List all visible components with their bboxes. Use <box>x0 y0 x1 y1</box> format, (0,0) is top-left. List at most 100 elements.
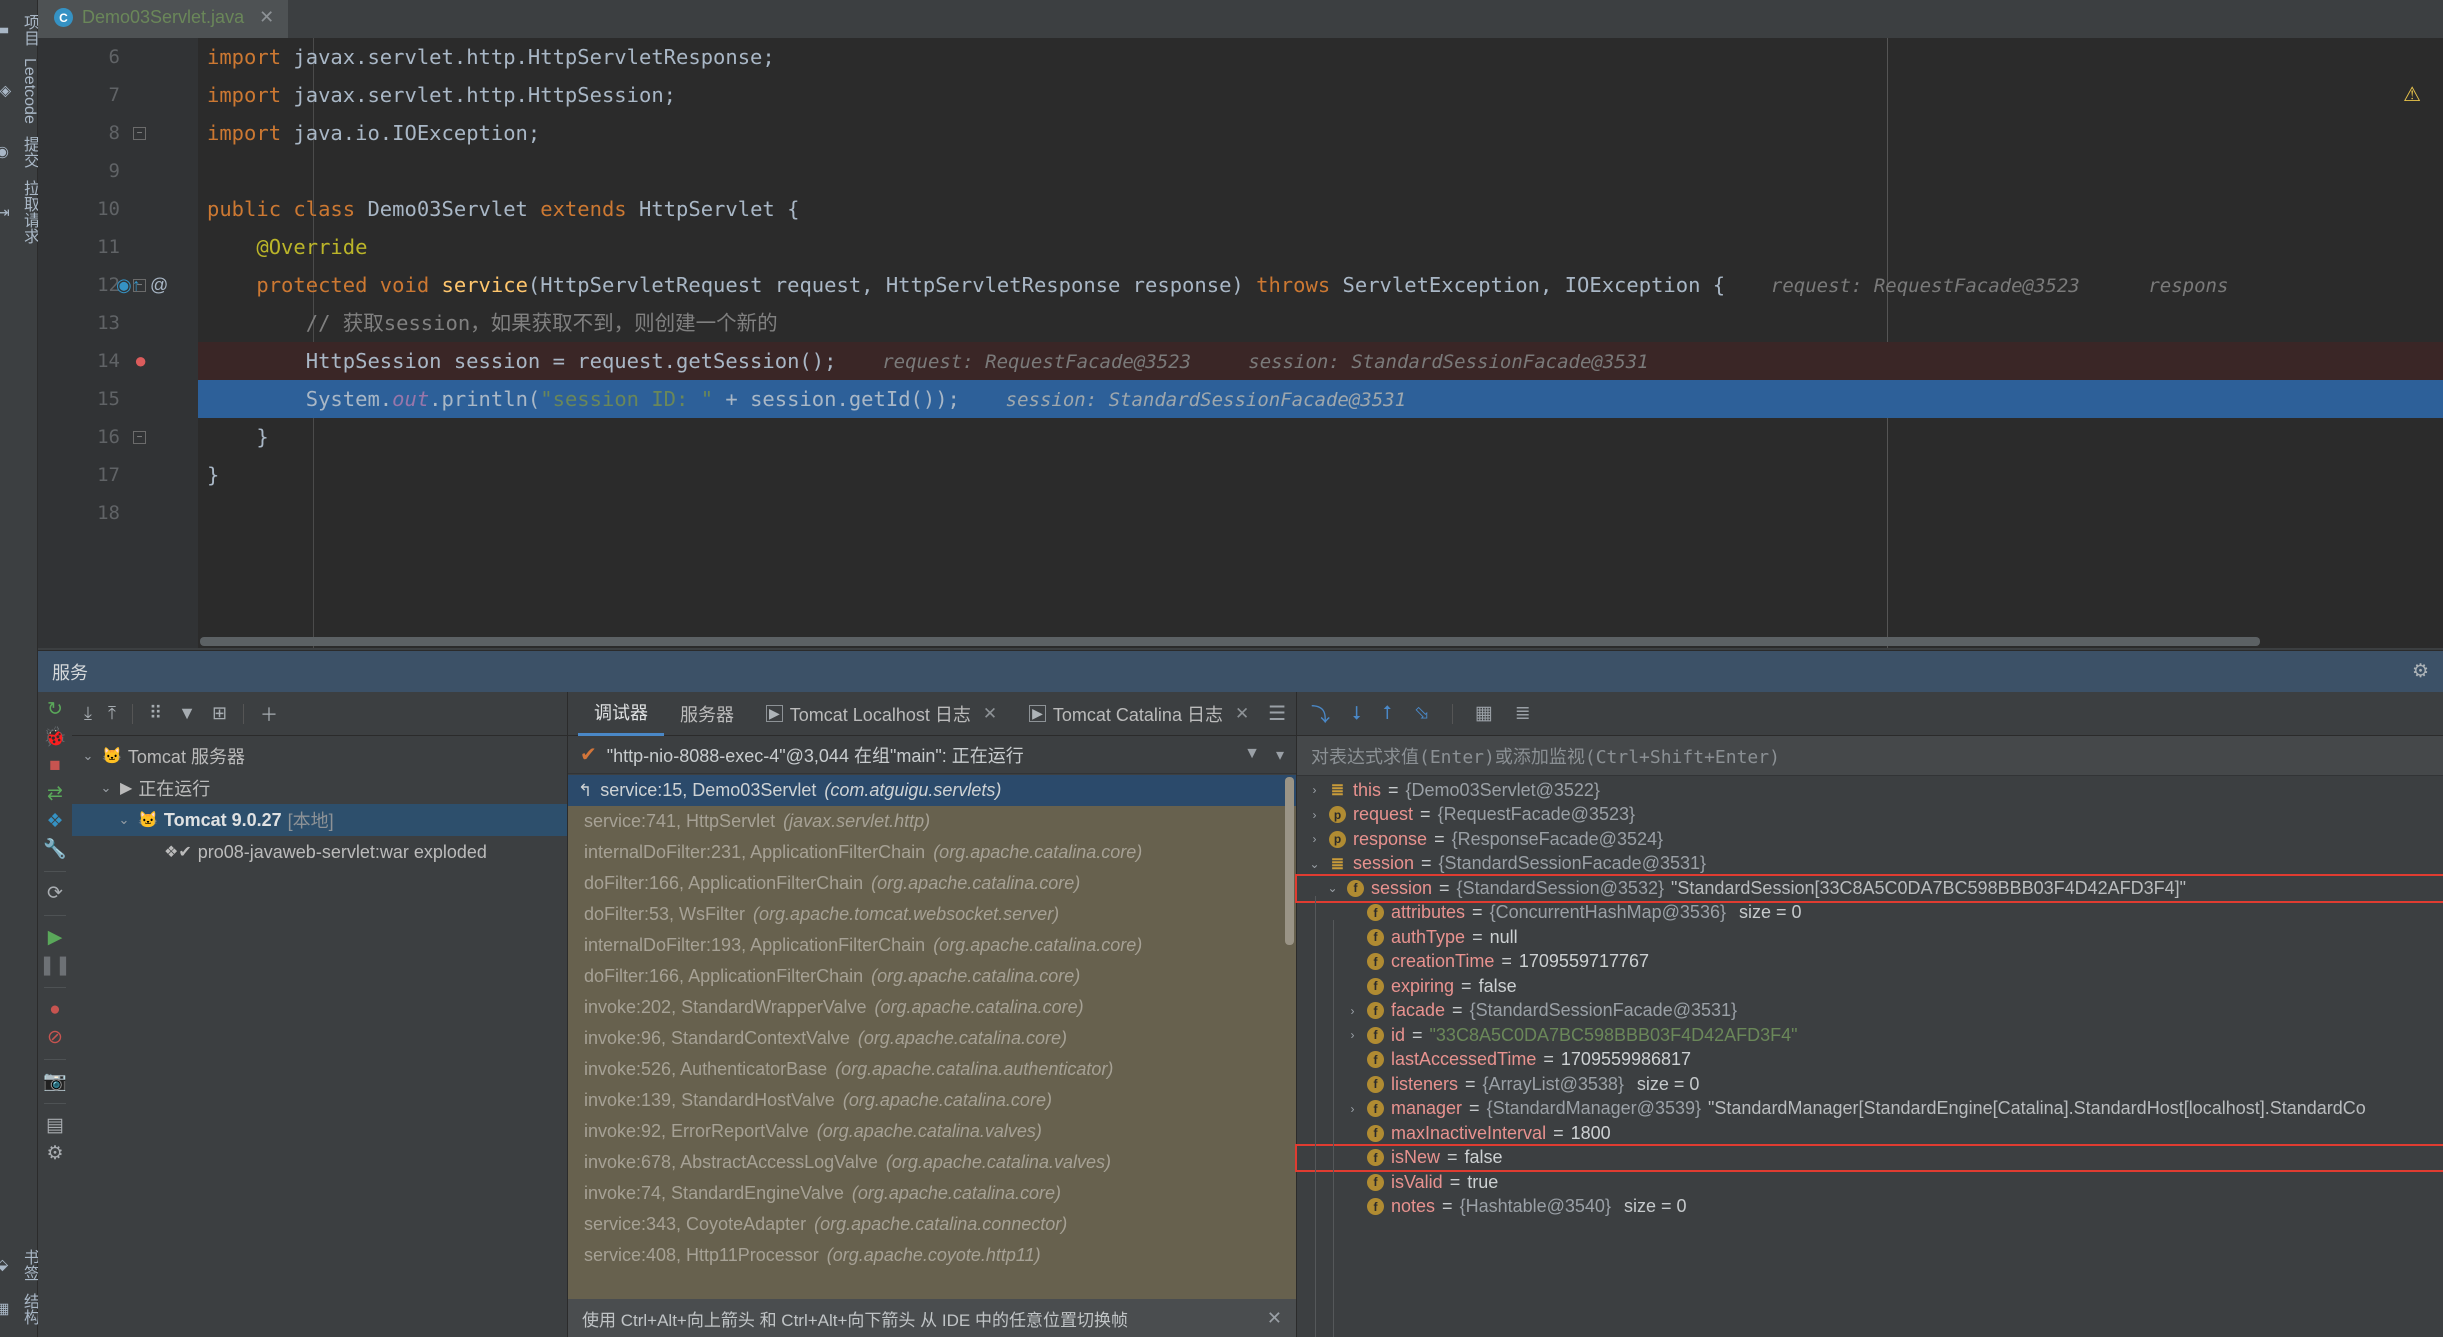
add-tab-icon[interactable]: ⊞ <box>212 703 227 724</box>
call-stack-frame[interactable]: internalDoFilter:231, ApplicationFilterC… <box>568 837 1296 868</box>
pause-program-button[interactable]: ❚❚ <box>39 956 71 975</box>
gutter-line[interactable]: 16− <box>38 418 198 456</box>
call-stack-frame[interactable]: invoke:202, StandardWrapperValve (org.apa… <box>568 992 1296 1023</box>
chevron-icon[interactable]: ⌄ <box>116 812 132 828</box>
code-line[interactable]: import javax.servlet.http.HttpServletRes… <box>198 38 2443 76</box>
call-stack-frames[interactable]: ↰ service:15, Demo03Servlet (com.atguigu.s… <box>568 775 1296 1299</box>
variable-row[interactable]: f isNew = false <box>1295 1143 2443 1172</box>
call-stack-frame[interactable]: invoke:92, ErrorReportValve (org.apache.c… <box>568 1116 1296 1147</box>
chevron-icon[interactable]: › <box>1307 832 1322 846</box>
gutter-line[interactable]: 9 <box>38 152 198 190</box>
chevron-icon[interactable]: › <box>1345 1028 1360 1042</box>
variable-row[interactable]: f authType = null <box>1297 925 2443 950</box>
services-tree-row[interactable]: ⌄ ▶ 正在运行 <box>72 772 567 804</box>
settings-wrench-button[interactable]: 🔧 <box>43 840 67 859</box>
variable-row[interactable]: f lastAccessedTime = 1709559986817 <box>1297 1048 2443 1073</box>
mute-breakpoints-button[interactable]: ● <box>49 1000 60 1019</box>
call-stack-frame[interactable]: invoke:96, StandardContextValve (org.apac… <box>568 1023 1296 1054</box>
debugger-tab[interactable]: 调试器 <box>578 692 664 736</box>
gutter-line[interactable]: 15 <box>38 380 198 418</box>
chevron-icon[interactable]: › <box>1345 1102 1360 1116</box>
gutter-line[interactable]: 14 ● <box>38 342 198 380</box>
chevron-icon[interactable]: ⌄ <box>80 748 96 764</box>
code-fold-icon[interactable]: − <box>133 126 146 140</box>
gutter-line[interactable]: 7 <box>38 76 198 114</box>
code-line[interactable]: import javax.servlet.http.HttpSession; <box>198 76 2443 114</box>
variable-row[interactable]: f expiring = false <box>1297 974 2443 999</box>
frames-scrollbar[interactable] <box>1285 777 1294 945</box>
close-icon[interactable]: ✕ <box>983 704 997 724</box>
variable-row[interactable]: › f facade = {StandardSessionFacade@3531} <box>1297 999 2443 1024</box>
gutter-line[interactable]: 12 ◉↑ @ − <box>38 266 198 304</box>
step-out-icon[interactable]: ⭡ <box>1383 703 1392 725</box>
settings-lines-icon[interactable]: ☰ <box>1268 701 1286 726</box>
variable-row[interactable]: f listeners = {ArrayList@3538} size = 0 <box>1297 1072 2443 1097</box>
expand-all-icon[interactable]: ⤓ <box>84 703 92 724</box>
services-tree-row[interactable]: ❖✔ pro08-javaweb-servlet:war exploded <box>72 836 567 868</box>
gutter-line[interactable]: 17 <box>38 456 198 494</box>
gutter-line[interactable]: 6 <box>38 38 198 76</box>
call-stack-frame[interactable]: invoke:74, StandardEngineValve (org.apach… <box>568 1178 1296 1209</box>
variable-row[interactable]: › f manager = {StandardManager@3539} "Standar… <box>1297 1097 2443 1122</box>
variable-row[interactable]: ⌄ ≣ session = {StandardSessionFacade@3531} <box>1297 852 2443 877</box>
group-icon[interactable]: ⠿ <box>149 703 162 724</box>
resume-program-button[interactable]: ▶ <box>48 928 63 947</box>
screenshot-button[interactable]: 📷 <box>43 1072 67 1091</box>
call-stack-frame[interactable]: invoke:526, AuthenticatorBase (org.apache… <box>568 1054 1296 1085</box>
gutter-line[interactable]: 18 <box>38 494 198 532</box>
variable-row[interactable]: › ≣ this = {Demo03Servlet@3522} <box>1297 778 2443 803</box>
variable-row[interactable]: f notes = {Hashtable@3540} size = 0 <box>1297 1195 2443 1220</box>
code-line[interactable]: HttpSession session = request.getSession… <box>198 342 2443 380</box>
layout-button[interactable]: ▤ <box>46 1116 64 1135</box>
services-tree-row[interactable]: ⌄ 🐱 Tomcat 9.0.27 [本地] <box>72 804 567 836</box>
trace-icon[interactable]: ≣ <box>1515 702 1531 725</box>
debugger-tab[interactable]: 服务器 <box>664 692 750 736</box>
variable-row[interactable]: › p request = {RequestFacade@3523} <box>1297 803 2443 828</box>
code-line[interactable]: } <box>198 456 2443 494</box>
call-stack-frame[interactable]: internalDoFilter:193, ApplicationFilterC… <box>568 930 1296 961</box>
debugger-tab[interactable]: ▶ Tomcat Localhost 日志 ✕ <box>750 692 1013 736</box>
step-over-icon[interactable]: ⤵ <box>1311 700 1330 727</box>
services-tree[interactable]: ⌄ 🐱 Tomcat 服务器 ⌄ ▶ 正在运行 ⌄ 🐱 Tomcat 9.0.27 [本地] ❖✔ p… <box>72 736 567 868</box>
call-stack-frame[interactable]: doFilter:166, ApplicationFilterChain (org… <box>568 961 1296 992</box>
gear-icon[interactable]: ⚙ <box>2412 660 2429 683</box>
add-icon[interactable]: ＋ <box>260 701 278 727</box>
code-line[interactable]: public class Demo03Servlet extends HttpS… <box>198 190 2443 228</box>
chevron-icon[interactable]: ⌄ <box>98 780 114 796</box>
rerun-button[interactable]: ↻ <box>47 700 63 719</box>
code-fold-icon[interactable]: − <box>133 278 146 292</box>
gutter-line[interactable]: 11 <box>38 228 198 266</box>
debug-button[interactable]: 🐞 <box>43 728 67 747</box>
services-tree-row[interactable]: ⌄ 🐱 Tomcat 服务器 <box>72 740 567 772</box>
rail-item-leetcode-icon[interactable]: Leetcode ◈ <box>0 50 38 128</box>
collapse-all-icon[interactable]: ⤒ <box>108 703 116 724</box>
code-line[interactable]: @Override <box>198 228 2443 266</box>
variable-row[interactable]: › p response = {ResponseFacade@3524} <box>1297 827 2443 852</box>
call-stack-frame[interactable]: service:343, CoyoteAdapter (org.apache.ca… <box>568 1209 1296 1240</box>
code-line[interactable]: protected void service(HttpServletReques… <box>198 266 2443 304</box>
editor-horizontal-scrollbar[interactable] <box>200 637 2260 646</box>
deploy-artifacts-button[interactable]: ❖ <box>46 812 63 831</box>
call-stack-frame[interactable]: ↰ service:15, Demo03Servlet (com.atguigu.s… <box>568 775 1296 806</box>
editor-gutter[interactable]: 6 7 8−9 10 11 12 ◉↑ @ −13 14 ● 15 16−17 18 <box>38 38 198 648</box>
code-line[interactable] <box>198 494 2443 532</box>
chevron-icon[interactable]: ⌄ <box>1307 857 1322 871</box>
disable-breakpoints-button[interactable]: ⊘ <box>47 1028 63 1047</box>
force-step-into-icon[interactable]: ⬂ <box>1414 702 1430 725</box>
call-stack-frame[interactable]: doFilter:166, ApplicationFilterChain (org… <box>568 868 1296 899</box>
chevron-icon[interactable]: › <box>1307 783 1322 797</box>
variable-row[interactable]: f creationTime = 1709559717767 <box>1297 950 2443 975</box>
rail-item-bookmark-icon[interactable]: 书签 ⬗ <box>0 1241 41 1285</box>
close-icon[interactable]: ✕ <box>1267 1308 1282 1329</box>
variables-tree[interactable]: › ≣ this = {Demo03Servlet@3522} › p request = {Re… <box>1295 776 2443 1337</box>
code-fold-icon[interactable]: − <box>133 430 146 444</box>
rail-item-pull-request-icon[interactable]: 拉取请求 ⇤ <box>0 172 41 248</box>
evaluate-expression-input[interactable]: 对表达式求值(Enter)或添加监视(Ctrl+Shift+Enter) <box>1297 736 2443 776</box>
call-stack-frame[interactable]: service:408, Http11Processor (org.apache.… <box>568 1240 1296 1271</box>
code-editor[interactable]: 6 7 8−9 10 11 12 ◉↑ @ −13 14 ● 15 16−17 18 import jav… <box>38 38 2443 648</box>
code-area[interactable]: import javax.servlet.http.HttpServletRes… <box>198 38 2443 648</box>
refresh-button[interactable]: ⟳ <box>47 884 63 903</box>
step-into-icon[interactable]: ⭣ <box>1352 703 1361 725</box>
redeploy-button[interactable]: ⇄ <box>47 784 63 803</box>
stop-button[interactable]: ■ <box>49 756 60 775</box>
